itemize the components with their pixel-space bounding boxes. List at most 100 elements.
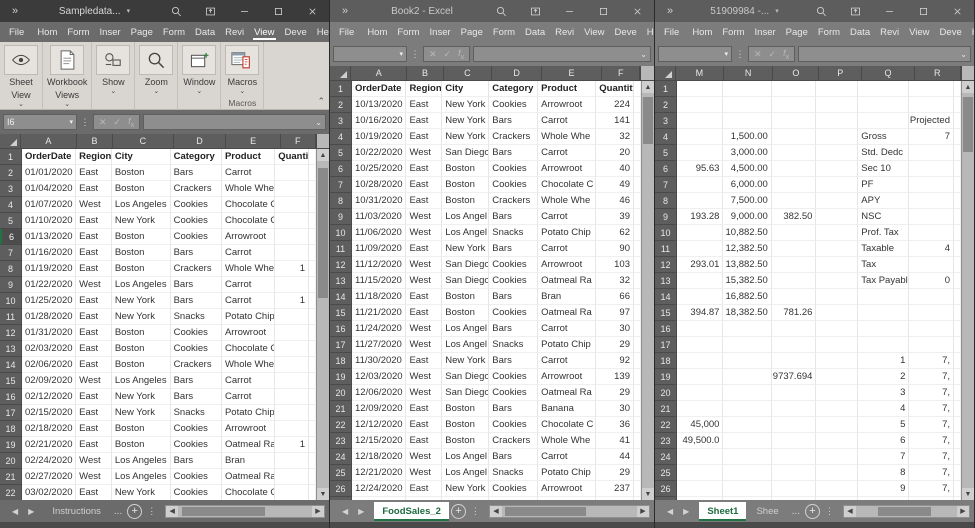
cell[interactable]: 12/21/2020 — [352, 465, 406, 481]
cell[interactable]: Oatmeal Ra — [222, 469, 275, 485]
table-row[interactable]: 02/21/2020EastBostonCookiesOatmeal Ra1 — [22, 437, 316, 453]
cell[interactable]: 6,000.00 — [723, 177, 771, 193]
cell[interactable]: 11/18/2020 — [352, 289, 406, 305]
table-row[interactable]: 6,000.00PF — [677, 177, 961, 193]
cell[interactable]: East — [76, 293, 112, 309]
scroll-down-icon[interactable]: ▼ — [642, 488, 654, 500]
chevron-down-icon[interactable]: ⌄ — [18, 101, 24, 108]
row-header-22[interactable]: 22 — [0, 485, 22, 500]
table-row[interactable]: 10/16/2020EastNew YorkBarsCarrot141 — [352, 113, 641, 129]
cell[interactable]: 7, — [909, 465, 954, 481]
column-header-F[interactable]: F — [281, 134, 316, 149]
cell[interactable]: 02/03/2020 — [22, 341, 76, 357]
cell[interactable]: 10/31/2020 — [352, 193, 406, 209]
name-box-caret-icon[interactable]: ▾ — [724, 50, 728, 58]
cell[interactable] — [772, 145, 817, 161]
chevron-down-icon[interactable]: ⌄ — [239, 88, 245, 95]
row-header-22[interactable]: 22 — [655, 417, 677, 433]
cell[interactable] — [677, 401, 723, 417]
cell[interactable]: Chocolate C — [222, 341, 275, 357]
previous-sheet-icon[interactable]: ◀ — [12, 507, 18, 516]
cell[interactable] — [634, 81, 641, 97]
cell[interactable]: Chocolate C — [538, 497, 596, 500]
cell[interactable]: 29 — [596, 465, 634, 481]
row-header-13[interactable]: 13 — [655, 273, 677, 289]
column-header-A[interactable]: A — [21, 134, 77, 149]
cell[interactable] — [275, 405, 309, 421]
cell[interactable]: Crackers — [171, 181, 222, 197]
search-icon[interactable] — [804, 0, 838, 22]
scroll-right-icon[interactable]: ▶ — [637, 506, 649, 517]
cell[interactable]: East — [76, 437, 112, 453]
hscroll-track[interactable] — [502, 506, 637, 517]
cell[interactable] — [677, 129, 723, 145]
row-header-14[interactable]: 14 — [330, 289, 352, 305]
cell[interactable]: Boston — [442, 161, 489, 177]
cell[interactable]: Boston — [112, 325, 171, 341]
cell[interactable] — [309, 405, 316, 421]
cell[interactable]: West — [406, 321, 442, 337]
sheet-tab-instructions[interactable]: Instructions — [44, 502, 109, 521]
cell[interactable] — [954, 401, 961, 417]
cell[interactable]: Cookies — [171, 213, 222, 229]
cell[interactable] — [816, 225, 858, 241]
table-row[interactable]: 11/03/2020WestLos AngelBarsCarrot39 — [352, 209, 641, 225]
cell[interactable] — [816, 449, 858, 465]
cell[interactable] — [772, 273, 817, 289]
cell[interactable] — [816, 177, 858, 193]
cell[interactable]: Cookies — [171, 197, 222, 213]
cell[interactable]: New York — [112, 405, 171, 421]
cell[interactable] — [772, 193, 817, 209]
cell[interactable] — [275, 309, 309, 325]
cell[interactable]: Whole Whe — [222, 357, 275, 373]
cell[interactable]: Arrowroot — [538, 97, 596, 113]
table-row[interactable] — [677, 321, 961, 337]
cell[interactable]: West — [76, 453, 112, 469]
row-header-18[interactable]: 18 — [655, 353, 677, 369]
scroll-left-icon[interactable]: ◀ — [490, 506, 502, 517]
cell[interactable]: 9 — [858, 481, 909, 497]
cell[interactable]: 10,882.50 — [723, 225, 771, 241]
row-header-2[interactable]: 2 — [655, 97, 677, 113]
cell[interactable] — [858, 113, 909, 129]
cell[interactable]: 01/22/2020 — [22, 277, 76, 293]
column-header-O[interactable]: O — [773, 66, 819, 81]
cell[interactable]: East — [406, 305, 442, 321]
cell[interactable] — [309, 261, 316, 277]
cell[interactable] — [816, 81, 858, 97]
table-row[interactable]: 1,500.00Gross7 — [677, 129, 961, 145]
table-row[interactable]: 37, — [677, 385, 961, 401]
quick-access-toolbar-icon[interactable]: » — [0, 5, 30, 17]
cell[interactable] — [954, 129, 961, 145]
row-header-11[interactable]: 11 — [655, 241, 677, 257]
cell[interactable]: Los Angel — [442, 449, 489, 465]
ribbon-group-workbook[interactable]: WorkbookViews⌄ — [43, 42, 92, 110]
cell[interactable] — [309, 341, 316, 357]
cell[interactable]: Projected — [909, 113, 954, 129]
cell[interactable]: 12,382.50 — [723, 241, 771, 257]
cell[interactable]: 10/13/2020 — [352, 97, 406, 113]
cell[interactable]: East — [406, 241, 442, 257]
cell[interactable] — [723, 401, 771, 417]
cell[interactable]: San Diego — [442, 385, 489, 401]
cell[interactable] — [954, 481, 961, 497]
ribbon-tab-page[interactable]: Page — [781, 22, 813, 42]
row-header-8[interactable]: 8 — [0, 261, 22, 277]
table-row[interactable]: 02/03/2020EastBostonCookiesChocolate C — [22, 341, 316, 357]
cell[interactable]: 7, — [909, 481, 954, 497]
cell[interactable]: 32 — [596, 273, 634, 289]
cell[interactable]: New York — [112, 309, 171, 325]
cell[interactable] — [309, 357, 316, 373]
table-row[interactable]: 10/13/2020EastNew YorkCookiesArrowroot22… — [352, 97, 641, 113]
cell[interactable]: Arrowroot — [538, 257, 596, 273]
cell[interactable]: Whole Whe — [222, 181, 275, 197]
cell[interactable] — [772, 497, 817, 500]
cell[interactable]: 01/16/2020 — [22, 245, 76, 261]
cell[interactable]: West — [76, 197, 112, 213]
ribbon-group-sheet[interactable]: SheetView⌄ — [0, 42, 43, 110]
cell[interactable] — [634, 401, 641, 417]
table-row[interactable]: OrderDateRegionCityCategoryProductQuanti… — [352, 81, 641, 97]
cell[interactable] — [772, 449, 817, 465]
cell[interactable]: 10/28/2020 — [352, 177, 406, 193]
next-sheet-icon[interactable]: ▶ — [28, 507, 34, 516]
